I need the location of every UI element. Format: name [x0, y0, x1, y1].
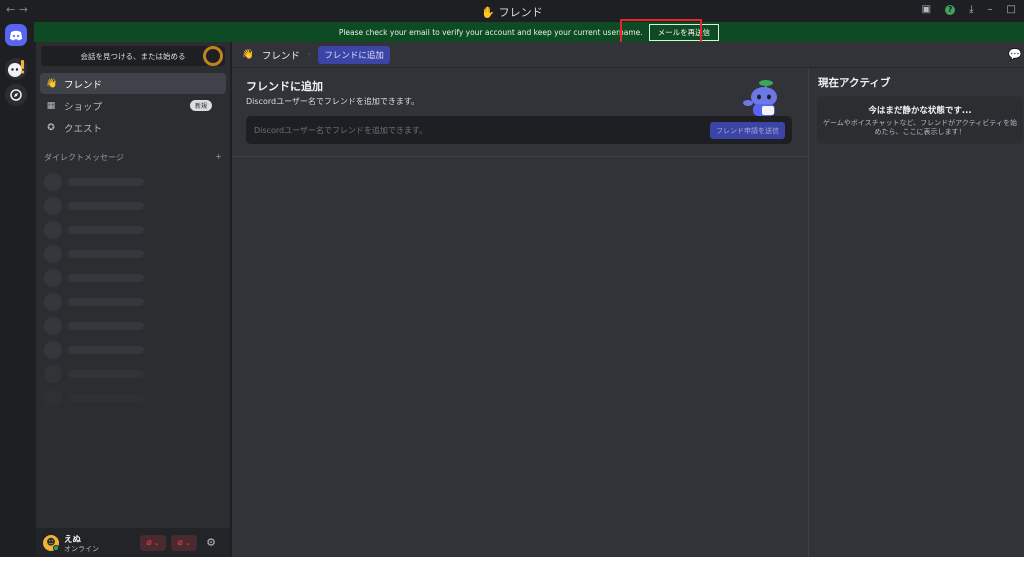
main-content: 👋 フレンド · フレンドに追加 💬 フレンドに追加 Discordユーザー名で… [232, 42, 1024, 557]
find-conversation-search[interactable]: 会話を見つける、または始める [41, 46, 225, 66]
friends-icon: 👋 [242, 49, 254, 60]
verify-email-banner: Please check your email to verify your a… [34, 22, 1024, 42]
minimize-button[interactable]: – [988, 4, 993, 15]
resend-email-button[interactable]: メールを再送信 [648, 23, 720, 41]
header-separator: · [307, 50, 311, 59]
user-panel: ☻ えぬ オンライン ⌀ ⌄ ⌀ ⌄ ⚙ [36, 528, 230, 557]
add-friend-section: フレンドに追加 Discordユーザー名でフレンドを追加できます。 フレンド申請… [232, 69, 808, 157]
server-icon-quest[interactable] [5, 58, 27, 80]
chevron-down-icon: ⌄ [184, 539, 191, 547]
discord-logo-icon [9, 30, 23, 40]
dm-placeholder [44, 269, 144, 287]
dm-placeholder [44, 245, 144, 263]
active-now-column: 現在アクティブ 今はまだ静かな状態です... ゲームやボイスチャットなど、フレン… [808, 69, 1024, 557]
dm-placeholder [44, 221, 144, 239]
tab-add-friend[interactable]: フレンドに追加 [318, 45, 390, 64]
create-dm-button[interactable]: + [215, 152, 222, 163]
user-settings-button[interactable]: ⚙ [203, 535, 219, 551]
sidebar-item-friends[interactable]: 👋 フレンド [40, 73, 226, 94]
compass-icon [10, 89, 22, 101]
deafen-button[interactable]: ⌀ ⌄ [171, 535, 197, 551]
wumpus-illustration [743, 80, 777, 116]
home-button[interactable] [5, 24, 27, 46]
discover-button[interactable] [5, 84, 27, 106]
user-status-text: オンライン [64, 545, 99, 553]
add-friend-description: Discordユーザー名でフレンドを追加できます。 [246, 97, 420, 106]
sidebar-item-shop[interactable]: ▦ ショップ 新規 [40, 95, 226, 116]
inbox-icon[interactable]: ▣ [922, 4, 931, 15]
active-now-empty-description: ゲームやボイスチャットなど、フレンドがアクティビティを始めたら、ここに表示します… [823, 119, 1017, 136]
add-friend-input-box: フレンド申請を送信 [246, 116, 792, 144]
window-controls: ▣ ? ⤓ – □ [922, 4, 1016, 15]
headset-muted-icon: ⌀ [177, 538, 183, 548]
quest-progress-icon[interactable] [203, 46, 223, 66]
active-now-empty-title: 今はまだ静かな状態です... [868, 106, 972, 116]
server-rail [0, 22, 34, 557]
friends-icon: 👋 [46, 78, 58, 89]
send-friend-request-button[interactable]: フレンド申請を送信 [710, 122, 785, 139]
window-title-text: フレンド [498, 6, 543, 19]
dm-placeholder [44, 173, 144, 191]
add-friend-title: フレンドに追加 [246, 80, 323, 93]
add-friend-username-input[interactable] [247, 117, 687, 143]
mic-muted-icon: ⌀ [146, 538, 152, 548]
friends-header: 👋 フレンド · フレンドに追加 💬 [232, 42, 1024, 68]
dm-placeholder [44, 389, 144, 407]
quest-icon: ✪ [47, 122, 55, 133]
quest-server-icon [8, 60, 25, 77]
dm-placeholder [44, 365, 144, 383]
help-icon[interactable]: ? [945, 4, 956, 15]
new-group-dm-icon[interactable]: 💬 [1008, 48, 1022, 61]
maximize-button[interactable]: □ [1007, 4, 1016, 15]
online-status-dot [53, 545, 59, 551]
wave-hand-icon: ✋ [481, 6, 496, 19]
dm-sidebar: 会話を見つける、または始める 👋 フレンド ▦ ショップ 新規 ✪ クエスト ダ… [36, 42, 230, 557]
sidebar-item-label: クエスト [64, 123, 103, 135]
direct-messages-header: ダイレクトメッセージ + [44, 152, 222, 163]
title-bar: ← → ✋ フレンド ▣ ? ⤓ – □ [0, 0, 1024, 22]
sidebar-item-quests[interactable]: ✪ クエスト [40, 117, 226, 138]
dm-placeholder [44, 317, 144, 335]
verify-email-message: Please check your email to verify your a… [338, 27, 643, 37]
dm-placeholder [44, 341, 144, 359]
active-now-title: 現在アクティブ [818, 77, 891, 89]
active-now-empty-card: 今はまだ静かな状態です... ゲームやボイスチャットなど、フレンドがアクティビテ… [817, 96, 1023, 144]
shop-icon: ▦ [46, 100, 56, 111]
discord-window: ← → ✋ フレンド ▣ ? ⤓ – □ Please check your e… [0, 0, 1024, 557]
dm-placeholder [44, 197, 144, 215]
gear-icon: ⚙ [206, 536, 216, 549]
new-badge: 新規 [189, 100, 212, 111]
page-title: フレンド [261, 50, 300, 62]
sidebar-item-label: フレンド [64, 79, 103, 91]
direct-messages-label: ダイレクトメッセージ [44, 153, 124, 162]
dm-placeholder [44, 293, 144, 311]
sidebar-item-label: ショップ [64, 101, 103, 113]
chevron-down-icon: ⌄ [153, 539, 160, 547]
mute-mic-button[interactable]: ⌀ ⌄ [140, 535, 166, 551]
download-icon[interactable]: ⤓ [969, 4, 973, 15]
window-title: ✋ フレンド [0, 4, 1024, 20]
